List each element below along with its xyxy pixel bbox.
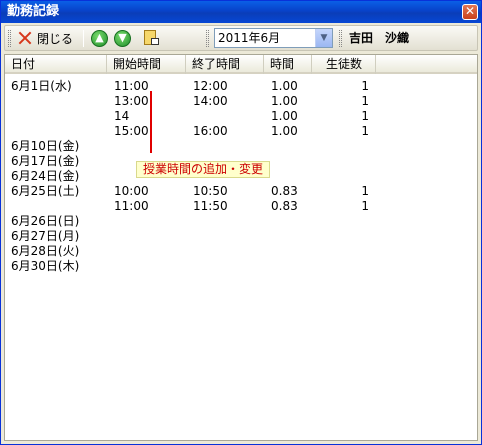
cell-hours: 1.00	[271, 94, 298, 108]
work-record-table: 日付 開始時間 終了時間 時間 生徒数 6月1日(水) 11:00 12:00 1.0…	[4, 54, 478, 441]
edit-document-icon[interactable]	[142, 29, 160, 47]
cell-student-count: 1	[361, 124, 369, 138]
cell-start-time: 15:00	[114, 124, 149, 138]
cell-student-count: 1	[361, 109, 369, 123]
cell-date: 6月27日(月)	[11, 229, 80, 243]
column-header-end[interactable]: 終了時間	[186, 55, 264, 74]
cell-hours: 1.00	[271, 79, 298, 93]
cell-end-time: 12:00	[193, 79, 228, 93]
close-icon	[17, 30, 33, 46]
toolbar: 閉じる ▲ ▼ 2011年6月 ▼ 吉田 沙織	[4, 25, 478, 51]
cell-hours: 0.83	[271, 199, 298, 213]
cell-hours: 1.00	[271, 124, 298, 138]
table-header: 日付 開始時間 終了時間 時間 生徒数	[5, 55, 477, 74]
close-button[interactable]: 閉じる	[17, 28, 79, 48]
month-select[interactable]: 2011年6月 ▼	[214, 28, 333, 48]
column-header-count[interactable]: 生徒数	[312, 55, 376, 74]
cell-hours: 1.00	[271, 109, 298, 123]
tooltip-pointer	[150, 91, 152, 153]
table-row[interactable]: 6月25日(土) 10:00 10:50 0.83 1	[5, 184, 477, 199]
table-row[interactable]: 11:00 11:50 0.83 1	[5, 199, 477, 214]
cell-start-time: 13:00	[114, 94, 149, 108]
toolbar-grip[interactable]	[8, 30, 11, 47]
table-row[interactable]: 14 1.00 1	[5, 109, 477, 124]
table-row[interactable]: 13:00 14:00 1.00 1	[5, 94, 477, 109]
cell-start-time: 11:00	[114, 199, 149, 213]
student-name: 吉田 沙織	[349, 31, 410, 45]
column-header-start[interactable]: 開始時間	[107, 55, 186, 74]
cell-student-count: 1	[361, 94, 369, 108]
cell-student-count: 1	[361, 79, 369, 93]
cell-date: 6月17日(金)	[11, 154, 80, 168]
cell-hours: 0.83	[271, 184, 298, 198]
arrow-up-circle-icon[interactable]: ▲	[91, 30, 108, 47]
cell-date: 6月26日(日)	[11, 214, 80, 228]
table-row[interactable]: 6月28日(火)	[5, 244, 477, 259]
cell-end-time: 16:00	[193, 124, 228, 138]
toolbar-separator	[83, 30, 84, 47]
table-row[interactable]: 6月27日(月)	[5, 229, 477, 244]
column-header-hours[interactable]: 時間	[264, 55, 312, 74]
table-row[interactable]: 6月1日(水) 11:00 12:00 1.00 1	[5, 79, 477, 94]
cell-start-time: 11:00	[114, 79, 149, 93]
cell-date: 6月30日(木)	[11, 259, 80, 273]
cell-date: 6月28日(火)	[11, 244, 80, 258]
cell-student-count: 1	[361, 199, 369, 213]
month-select-value: 2011年6月	[218, 31, 281, 45]
cell-end-time: 11:50	[193, 199, 228, 213]
cell-student-count: 1	[361, 184, 369, 198]
title-bar[interactable]: 勤務記録 ✕	[1, 1, 481, 23]
toolbar-grip[interactable]	[339, 30, 342, 47]
toolbar-grip[interactable]	[206, 30, 209, 47]
cell-date: 6月24日(金)	[11, 169, 80, 183]
table-row[interactable]: 6月26日(日)	[5, 214, 477, 229]
cell-end-time: 14:00	[193, 94, 228, 108]
close-button-label: 閉じる	[37, 31, 74, 46]
app-window: 勤務記録 ✕ 閉じる ▲ ▼ 2011年6月 ▼ 吉田 沙織 日付 開始時間 終…	[0, 0, 482, 445]
cell-start-time: 10:00	[114, 184, 149, 198]
window-title: 勤務記録	[7, 4, 60, 19]
cell-date: 6月25日(土)	[11, 184, 80, 198]
cell-date: 6月10日(金)	[11, 139, 80, 153]
cell-end-time: 10:50	[193, 184, 228, 198]
column-header-date[interactable]: 日付	[5, 55, 107, 74]
table-row[interactable]: 15:00 16:00 1.00 1	[5, 124, 477, 139]
cell-date: 6月1日(水)	[11, 79, 72, 93]
tooltip: 授業時間の追加・変更	[136, 161, 271, 178]
chevron-down-icon[interactable]: ▼	[315, 29, 332, 47]
cell-start-time: 14	[114, 109, 130, 123]
arrow-down-circle-icon[interactable]: ▼	[114, 30, 131, 47]
table-row[interactable]: 6月10日(金)	[5, 139, 477, 154]
window-close-button[interactable]: ✕	[462, 4, 478, 20]
table-row[interactable]: 6月30日(木)	[5, 259, 477, 274]
